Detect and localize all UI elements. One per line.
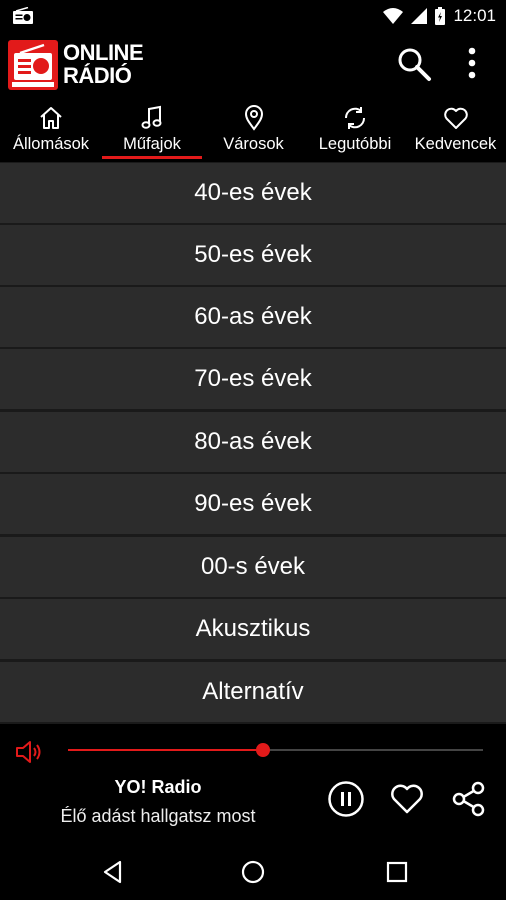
volume-icon[interactable] bbox=[14, 740, 44, 764]
list-item[interactable]: 00-s évek bbox=[0, 537, 506, 597]
list-item-label: 80-as évek bbox=[194, 428, 312, 455]
tab-stations[interactable]: Állomások bbox=[0, 96, 102, 162]
wifi-icon bbox=[383, 8, 404, 24]
music-note-icon bbox=[141, 105, 162, 129]
list-item[interactable]: Akusztikus bbox=[0, 599, 506, 659]
pause-icon[interactable] bbox=[327, 780, 365, 818]
list-item-label: 40-es évek bbox=[194, 179, 312, 206]
tab-cities[interactable]: Városok bbox=[202, 96, 305, 162]
tab-label: Műfajok bbox=[123, 135, 181, 153]
battery-icon bbox=[435, 7, 446, 25]
station-name: YO! Radio bbox=[114, 777, 202, 797]
more-options-icon[interactable] bbox=[462, 46, 482, 82]
share-icon[interactable] bbox=[450, 780, 488, 818]
app-title: ONLINE RÁDIÓ bbox=[63, 40, 144, 88]
heart-icon bbox=[443, 107, 468, 129]
list-item-label: Alternatív bbox=[202, 678, 304, 705]
radio-notification-icon bbox=[13, 7, 33, 24]
app-title-line2: RÁDIÓ bbox=[63, 63, 132, 88]
mini-player: YO! Radio Élő adást hallgatsz most bbox=[0, 724, 506, 844]
system-nav-bar bbox=[0, 844, 506, 900]
location-pin-icon bbox=[244, 105, 263, 131]
list-item[interactable]: Alternatív bbox=[0, 662, 506, 722]
list-item-label: 90-es évek bbox=[194, 490, 312, 517]
list-item[interactable]: 70-es évek bbox=[0, 349, 506, 409]
playback-status: Élő adást hallgatsz most bbox=[60, 806, 256, 826]
list-item-label: 50-es évek bbox=[194, 241, 312, 268]
list-item[interactable]: 40-es évek bbox=[0, 163, 506, 223]
volume-slider[interactable] bbox=[68, 743, 483, 757]
tab-genres[interactable]: Műfajok bbox=[102, 96, 202, 162]
home-icon bbox=[40, 107, 62, 129]
tab-label: Legutóbbi bbox=[318, 135, 392, 153]
list-item[interactable]: 50-es évek bbox=[0, 225, 506, 285]
recents-icon[interactable] bbox=[384, 859, 410, 885]
list-item[interactable]: 60-as évek bbox=[0, 287, 506, 347]
list-item-label: 60-as évek bbox=[194, 303, 312, 330]
list-item-label: 70-es évek bbox=[194, 365, 312, 392]
tab-selected-indicator bbox=[102, 156, 202, 159]
app-bar: ONLINE RÁDIÓ bbox=[0, 32, 506, 96]
search-icon[interactable] bbox=[396, 46, 432, 82]
signal-icon bbox=[411, 8, 428, 24]
list-item-label: 00-s évek bbox=[200, 553, 306, 580]
tab-label: Állomások bbox=[12, 135, 90, 153]
genre-list: 40-es évek 50-es évek 60-as évek 70-es é… bbox=[0, 162, 506, 724]
tab-label: Kedvencek bbox=[414, 135, 497, 153]
volume-slider-thumb[interactable] bbox=[255, 743, 270, 757]
list-item[interactable]: 90-es évek bbox=[0, 474, 506, 534]
volume-slider-fill bbox=[68, 749, 263, 751]
app-logo bbox=[8, 40, 58, 90]
app-title-line1: ONLINE bbox=[63, 40, 144, 65]
favorite-heart-icon[interactable] bbox=[388, 780, 426, 818]
status-bar: 12:01 bbox=[0, 0, 506, 32]
refresh-icon bbox=[344, 107, 366, 129]
tab-label: Városok bbox=[223, 135, 284, 153]
list-item[interactable]: 80-as évek bbox=[0, 412, 506, 472]
tab-favorites[interactable]: Kedvencek bbox=[405, 96, 506, 162]
tab-bar: Állomások Műfajok Városok Legutóbbi Kedv… bbox=[0, 96, 506, 162]
back-icon[interactable] bbox=[100, 859, 126, 885]
list-item-label: Akusztikus bbox=[195, 615, 311, 642]
home-nav-icon[interactable] bbox=[240, 859, 266, 885]
clock: 12:01 bbox=[453, 6, 496, 25]
tab-recent[interactable]: Legutóbbi bbox=[305, 96, 405, 162]
